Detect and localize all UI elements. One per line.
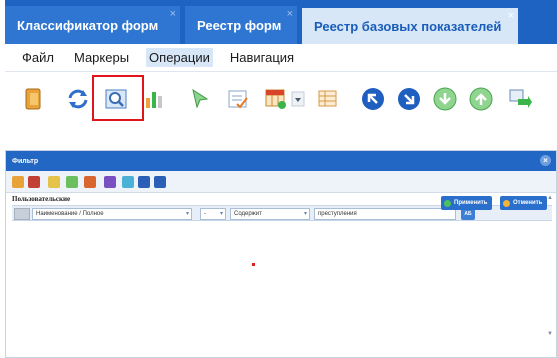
tab-label: Классификатор форм bbox=[17, 17, 159, 33]
cancel-button-label: Отменить bbox=[513, 200, 543, 206]
scroll-up-icon[interactable]: ▲ bbox=[547, 195, 553, 201]
row-selector[interactable] bbox=[14, 208, 30, 220]
condition-select-value: Содержит bbox=[234, 211, 262, 217]
edit-check-icon[interactable] bbox=[225, 86, 251, 112]
screenshot-root: Классификатор форм × Реестр форм × Реест… bbox=[0, 0, 557, 358]
funnel-icon[interactable] bbox=[28, 176, 40, 188]
chevron-down-icon: ▾ bbox=[185, 211, 189, 217]
menu-navigation[interactable]: Навигация bbox=[227, 48, 297, 67]
edit-icon[interactable] bbox=[122, 176, 134, 188]
close-icon[interactable]: × bbox=[540, 155, 551, 166]
refresh-icon[interactable] bbox=[104, 176, 116, 188]
menu-file[interactable]: Файл bbox=[19, 48, 57, 67]
chevron-down-icon: ▾ bbox=[303, 211, 307, 217]
dialog-title-bar: Фильтр × bbox=[6, 151, 556, 171]
selection-highlight-box bbox=[92, 75, 144, 121]
scroll-down-icon[interactable]: ▼ bbox=[547, 331, 553, 337]
section-title: Пользовательские bbox=[12, 195, 71, 203]
close-icon[interactable]: × bbox=[287, 8, 293, 20]
arrow-up-icon[interactable] bbox=[468, 86, 494, 112]
close-icon[interactable]: × bbox=[170, 8, 176, 20]
tab-form-registry[interactable]: Реестр форм × bbox=[185, 6, 297, 44]
dropdown-arrow-icon[interactable] bbox=[291, 86, 305, 112]
apply-button-label: Применить bbox=[454, 200, 488, 206]
filter-dialog: Фильтр × Пользовательские ▲ Наименование… bbox=[5, 150, 557, 358]
chevron-down-icon: ▾ bbox=[219, 211, 223, 217]
value-input-text: преступления bbox=[318, 211, 357, 217]
field-select-value: Наименование / Полное bbox=[36, 211, 104, 217]
dialog-title: Фильтр bbox=[12, 157, 39, 165]
field-select[interactable]: Наименование / Полное ▾ bbox=[32, 208, 192, 220]
menu-markers[interactable]: Маркеры bbox=[71, 48, 132, 67]
menu-bar: Файл Маркеры Операции Навигация bbox=[5, 44, 557, 72]
export-icon[interactable] bbox=[506, 86, 532, 112]
tab-base-indicators-registry[interactable]: Реестр базовых показателей × bbox=[302, 8, 518, 44]
tab-label: Реестр базовых показателей bbox=[314, 18, 502, 34]
operator-select[interactable]: - ▾ bbox=[200, 208, 226, 220]
table-icon[interactable] bbox=[315, 86, 341, 112]
red-dot-marker bbox=[252, 263, 255, 266]
nav-down-right-icon[interactable] bbox=[396, 86, 422, 112]
check-icon bbox=[444, 199, 451, 207]
save-icon[interactable] bbox=[138, 176, 150, 188]
table-green-icon[interactable] bbox=[66, 176, 78, 188]
tab-form-classifier[interactable]: Классификатор форм × bbox=[5, 6, 180, 44]
close-icon[interactable]: × bbox=[508, 10, 514, 22]
table-orange-icon[interactable] bbox=[84, 176, 96, 188]
dialog-toolbar bbox=[6, 171, 556, 193]
cancel-icon bbox=[503, 199, 510, 207]
operator-select-value: - bbox=[204, 211, 206, 217]
table-add-icon[interactable] bbox=[263, 86, 289, 112]
table-yellow-icon[interactable] bbox=[48, 176, 60, 188]
folder-icon[interactable] bbox=[12, 176, 24, 188]
cursor-icon[interactable] bbox=[187, 86, 213, 112]
tab-bar: Классификатор форм × Реестр форм × Реест… bbox=[5, 0, 557, 44]
nav-up-left-icon[interactable] bbox=[360, 86, 386, 112]
cancel-button[interactable]: Отменить bbox=[500, 196, 548, 210]
condition-select[interactable]: Содержит ▾ bbox=[230, 208, 310, 220]
value-input[interactable]: преступления bbox=[314, 208, 456, 220]
apply-button[interactable]: Применить bbox=[441, 196, 493, 210]
arrow-down-icon[interactable] bbox=[432, 86, 458, 112]
save-as-icon[interactable] bbox=[154, 176, 166, 188]
refresh-icon[interactable] bbox=[65, 86, 91, 112]
menu-operations[interactable]: Операции bbox=[146, 48, 213, 67]
tab-label: Реестр форм bbox=[197, 17, 282, 33]
bar-chart-icon[interactable] bbox=[142, 86, 168, 112]
folder-icon[interactable] bbox=[21, 86, 47, 112]
toolbar bbox=[5, 72, 557, 124]
